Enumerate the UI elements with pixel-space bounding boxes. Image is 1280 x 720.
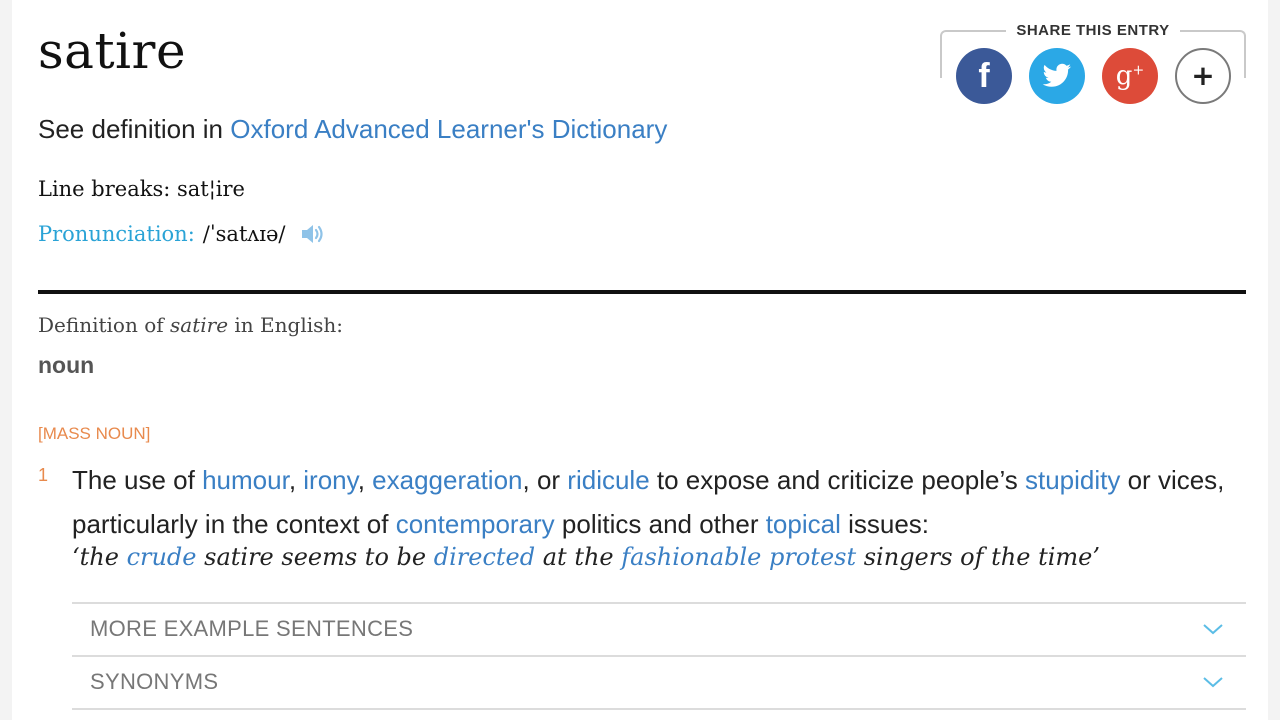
sense-definition: The use of humour, irony, exaggeration, … <box>72 458 1242 546</box>
word-link[interactable]: protest <box>769 543 856 571</box>
word-link[interactable]: topical <box>766 509 841 539</box>
pronunciation-ipa: /ˈsatʌɪə/ <box>202 222 286 246</box>
more-example-sentences-toggle[interactable]: MORE EXAMPLE SENTENCES <box>72 602 1246 654</box>
share-title: SHARE THIS ENTRY <box>940 22 1246 39</box>
facebook-icon: f <box>978 56 990 95</box>
line-breaks-value: sat¦ire <box>176 177 245 201</box>
grammar-label: [MASS NOUN] <box>38 424 151 443</box>
word-link[interactable]: irony <box>303 465 357 495</box>
headword: satire <box>38 22 187 80</box>
accordion-label: SYNONYMS <box>90 669 219 694</box>
text-run: at the <box>535 543 622 571</box>
speaker-icon[interactable] <box>299 221 327 247</box>
chevron-down-icon <box>1203 624 1223 635</box>
word-link[interactable]: directed <box>434 543 535 571</box>
line-breaks: Line breaks: sat¦ire <box>38 177 245 201</box>
word-link[interactable]: stupidity <box>1025 465 1120 495</box>
dictionary-entry-page: satire See definition in Oxford Advanced… <box>12 0 1268 720</box>
example-sentence: ‘the crude satire seems to be directed a… <box>72 543 1100 571</box>
facebook-share-button[interactable]: f <box>956 48 1012 104</box>
word-link[interactable]: crude <box>127 543 197 571</box>
line-breaks-label: Line breaks: <box>38 177 177 201</box>
twitter-icon <box>1042 63 1071 87</box>
plus-icon: + <box>1191 59 1215 92</box>
accordion-bottom-border <box>72 708 1246 710</box>
definition-heading-word: satire <box>170 313 229 337</box>
synonyms-toggle[interactable]: SYNONYMS <box>72 655 1246 707</box>
twitter-share-button[interactable] <box>1029 48 1085 104</box>
share-box: SHARE THIS ENTRY f g+ + <box>940 22 1246 110</box>
chevron-down-icon <box>1203 677 1223 688</box>
text-run <box>761 543 769 571</box>
text-run: politics and other <box>554 509 766 539</box>
text-run: singers of the time’ <box>856 543 1100 571</box>
text-run: ‘the <box>72 543 127 571</box>
definition-heading: Definition of satire in English: <box>38 313 343 337</box>
google-plus-share-button[interactable]: g+ <box>1102 48 1158 104</box>
word-link[interactable]: ridicule <box>567 465 649 495</box>
word-link[interactable]: fashionable <box>621 543 761 571</box>
oald-link[interactable]: Oxford Advanced Learner's Dictionary <box>230 114 667 144</box>
word-link[interactable]: humour <box>202 465 289 495</box>
section-divider <box>38 290 1246 294</box>
google-plus-icon: g+ <box>1115 61 1145 91</box>
text-run: satire seems to be <box>196 543 434 571</box>
pronunciation-label: Pronunciation: <box>38 222 195 246</box>
text-run: , or <box>522 465 568 495</box>
word-link[interactable]: exaggeration <box>372 465 522 495</box>
text-run: to expose and criticize people’s <box>649 465 1025 495</box>
see-definition-prefix: See definition in <box>38 114 231 144</box>
more-share-button[interactable]: + <box>1175 48 1231 104</box>
text-run: , <box>288 465 304 495</box>
text-run: issues: <box>840 509 930 539</box>
pronunciation: Pronunciation: /ˈsatʌɪə/ <box>38 221 327 247</box>
definition-heading-prefix: Definition of <box>38 313 171 337</box>
text-run: , <box>357 465 373 495</box>
sense-number: 1 <box>38 465 49 485</box>
text-run: The use of <box>72 465 203 495</box>
part-of-speech: noun <box>38 352 95 378</box>
see-definition-line: See definition in Oxford Advanced Learne… <box>38 114 667 145</box>
word-link[interactable]: contemporary <box>396 509 555 539</box>
definition-heading-suffix: in English: <box>228 313 343 337</box>
accordion-label: MORE EXAMPLE SENTENCES <box>90 616 414 641</box>
